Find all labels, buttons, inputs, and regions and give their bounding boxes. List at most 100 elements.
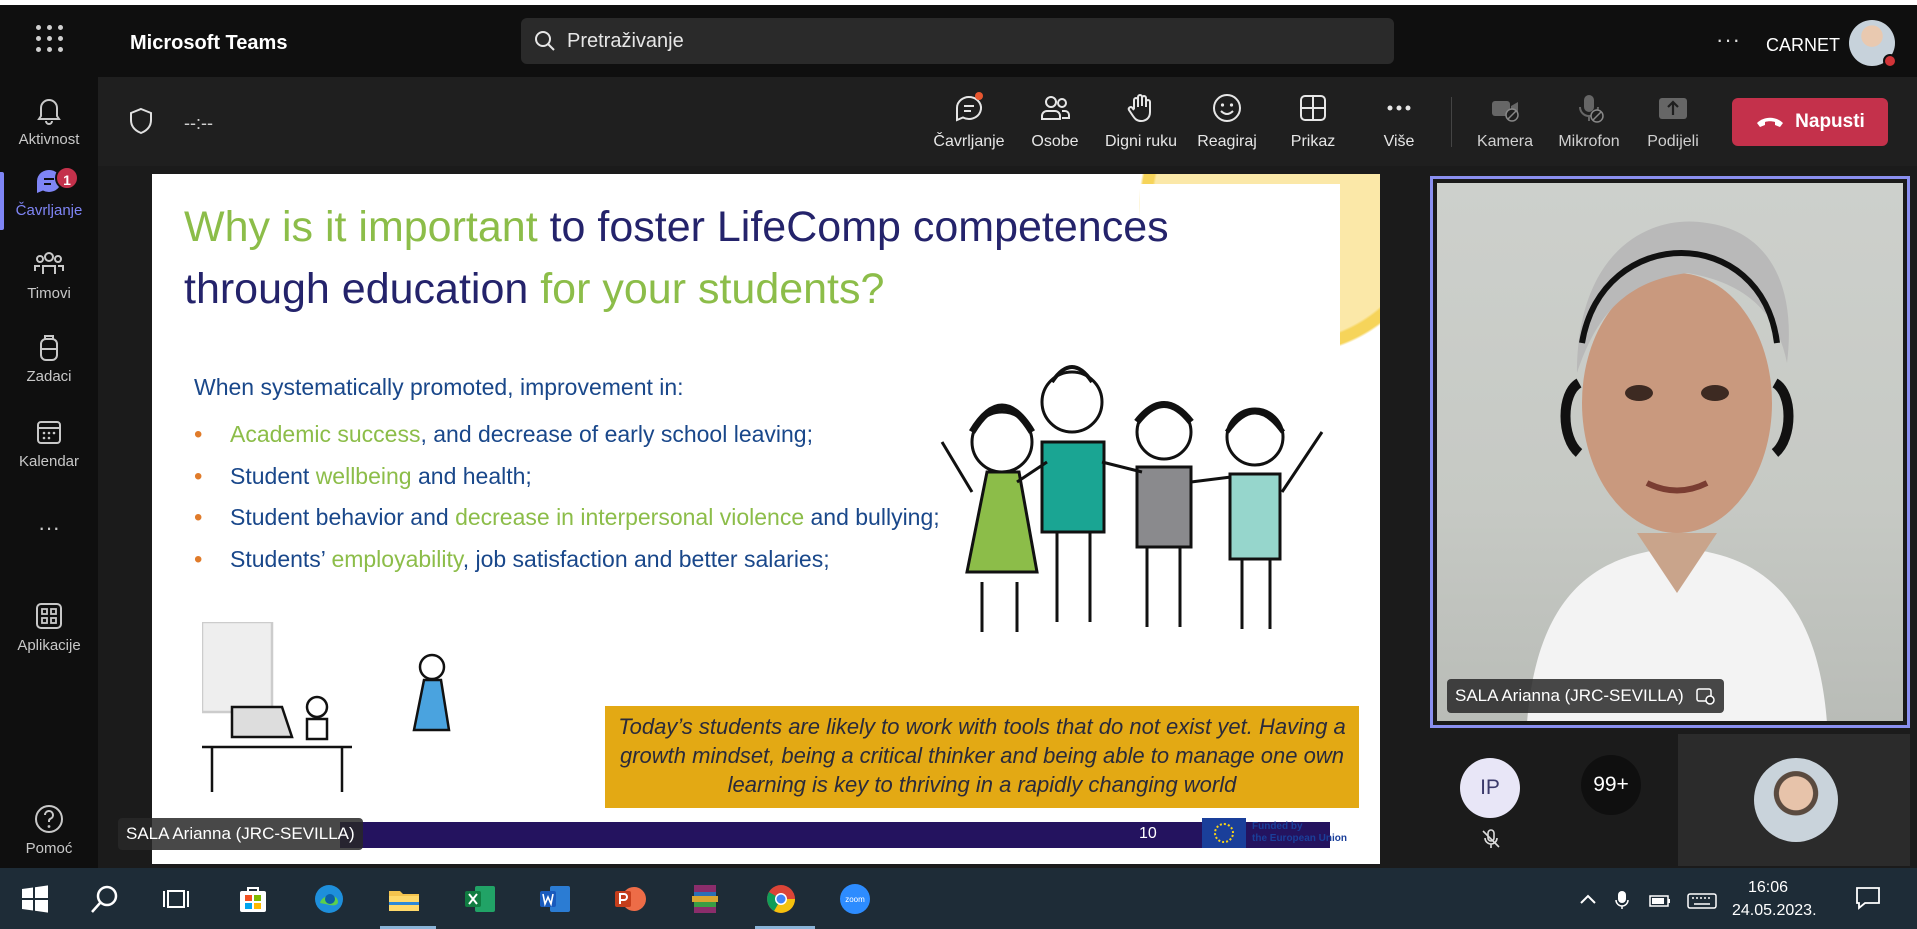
tool-label: Osobe	[1031, 133, 1079, 150]
mic-muted-icon	[1482, 829, 1500, 848]
rail-item-teams[interactable]: Timovi	[0, 247, 98, 319]
leave-button[interactable]: Napusti	[1732, 98, 1888, 146]
chat-button[interactable]: Čavrljanje	[927, 91, 1011, 151]
presenter-video-tile[interactable]: SALA Arianna (JRC-SEVILLA)	[1430, 176, 1910, 728]
tool-label: Podijeli	[1647, 133, 1699, 150]
search-icon[interactable]	[88, 882, 122, 916]
people-button[interactable]: Osobe	[1013, 91, 1097, 151]
slide-lead: When systematically promoted, improvemen…	[194, 374, 684, 400]
rail-item-label: Zadaci	[26, 368, 72, 385]
eu-logo: Funded by the European Union	[1202, 818, 1347, 848]
tool-label: Prikaz	[1290, 133, 1336, 150]
chevron-up-icon[interactable]	[1578, 890, 1598, 910]
taskbar-clock[interactable]: 16:06 24.05.2023.	[1732, 876, 1817, 922]
camera-button[interactable]: Kamera	[1463, 91, 1547, 151]
excel-icon[interactable]	[463, 882, 497, 916]
shield-icon[interactable]	[128, 107, 154, 135]
participant-avatar-ip[interactable]: IP	[1460, 758, 1520, 818]
more-actions-button[interactable]: Više	[1357, 91, 1441, 151]
share-icon	[1659, 98, 1687, 119]
self-avatar	[1754, 758, 1838, 842]
more-participants-button[interactable]: 99+	[1581, 755, 1641, 815]
self-video-tile[interactable]	[1678, 734, 1910, 866]
share-button[interactable]: Podijeli	[1631, 91, 1715, 151]
chrome-icon[interactable]	[764, 882, 798, 916]
bell-icon	[37, 99, 61, 125]
camera-off-icon	[1492, 101, 1519, 122]
rail-item-assignments[interactable]: Zadaci	[0, 330, 98, 402]
tool-label: Više	[1383, 133, 1415, 150]
search-input[interactable]	[567, 29, 1367, 53]
rail-item-label: Čavrljanje	[15, 202, 83, 219]
file-explorer-icon[interactable]	[387, 882, 421, 916]
slide-footer-bar	[340, 822, 1330, 848]
react-button[interactable]: Reagiraj	[1185, 91, 1269, 151]
rail-item-label: Kalendar	[18, 453, 80, 470]
app-launcher-icon[interactable]	[36, 25, 64, 53]
slide-bullets: Academic success, and decrease of early …	[194, 414, 954, 580]
slide-title: Why is it important to foster LifeComp c…	[184, 196, 1314, 320]
eu-text: Funded by the European Union	[1252, 821, 1347, 844]
calendar-icon	[37, 421, 61, 444]
winrar-icon[interactable]	[688, 882, 722, 916]
robot-illustration	[202, 622, 451, 792]
hand-icon	[1127, 94, 1151, 123]
presenter-caption: SALA Arianna (JRC-SEVILLA)	[1447, 679, 1724, 713]
hang-up-icon	[1757, 117, 1784, 127]
edge-icon[interactable]	[312, 882, 346, 916]
windows-taskbar: zoom 16:06 24.05.2023.	[0, 868, 1917, 929]
slide-page-number: 10	[1139, 825, 1157, 842]
mic-off-icon	[1579, 95, 1604, 123]
tool-label: Reagiraj	[1197, 133, 1257, 150]
teams-icon	[34, 252, 64, 274]
grid-icon	[1300, 95, 1326, 121]
tool-label: Digni ruku	[1104, 133, 1178, 150]
powerpoint-icon[interactable]	[613, 882, 647, 916]
presenter-caption-stage: SALA Arianna (JRC-SEVILLA)	[118, 818, 363, 850]
view-button[interactable]: Prikaz	[1271, 91, 1355, 151]
rail-item-help[interactable]: Pomoć	[0, 802, 98, 874]
windows-start-icon[interactable]	[18, 882, 52, 916]
word-icon[interactable]	[538, 882, 572, 916]
title-part: for your students?	[540, 265, 885, 313]
rail-item-apps[interactable]: Aplikacije	[0, 599, 98, 671]
bullet-item: Student behavior and decrease in interpe…	[194, 497, 954, 539]
slide-quote: Today’s students are likely to work with…	[605, 706, 1359, 808]
keyboard-icon[interactable]	[1686, 890, 1718, 910]
task-view-icon[interactable]	[160, 882, 194, 916]
raise-hand-button[interactable]: Digni ruku	[1099, 91, 1183, 151]
app-rail: Aktivnost 1 Čavrljanje Timovi Zadaci Kal…	[0, 77, 98, 868]
presenter-figure	[1527, 221, 1827, 721]
status-busy-icon	[1883, 54, 1897, 68]
notification-icon[interactable]	[1855, 886, 1881, 910]
settings-more-button[interactable]: ···	[1716, 27, 1741, 53]
presenter-video: SALA Arianna (JRC-SEVILLA)	[1437, 183, 1903, 721]
title-bar: Microsoft Teams ··· CARNET	[0, 0, 1917, 77]
ellipsis-icon	[1387, 105, 1411, 111]
meeting-toolbar: --:-- Čavrljanje Osobe Digni ruku Reagir…	[98, 77, 1917, 166]
battery-icon[interactable]	[1646, 890, 1672, 910]
eu-flag-icon	[1202, 818, 1246, 848]
people-icon	[1041, 96, 1070, 120]
apps-icon	[36, 603, 62, 629]
smiley-icon	[1213, 94, 1241, 122]
rail-item-chat[interactable]: 1 Čavrljanje	[0, 164, 98, 236]
microphone-tray-icon[interactable]	[1614, 890, 1630, 910]
children-illustration	[940, 365, 1324, 632]
more-icon: ···	[38, 515, 60, 540]
video-options-icon[interactable]	[1695, 687, 1716, 705]
profile-avatar[interactable]	[1849, 20, 1897, 68]
zoom-icon[interactable]: zoom	[838, 882, 872, 916]
chat-icon	[956, 92, 983, 122]
store-icon[interactable]	[236, 882, 270, 916]
bullet-item: Students’ employability, job satisfactio…	[194, 539, 954, 581]
rail-item-label: Aktivnost	[18, 131, 80, 148]
org-name[interactable]: CARNET	[1766, 35, 1840, 56]
search-box[interactable]	[521, 18, 1394, 64]
app-title: Microsoft Teams	[130, 32, 288, 54]
microphone-button[interactable]: Mikrofon	[1547, 91, 1631, 151]
rail-item-more[interactable]: ···	[0, 515, 98, 555]
rail-item-activity[interactable]: Aktivnost	[0, 93, 98, 165]
rail-item-calendar[interactable]: Kalendar	[0, 415, 98, 487]
tool-label: Čavrljanje	[933, 133, 1005, 150]
